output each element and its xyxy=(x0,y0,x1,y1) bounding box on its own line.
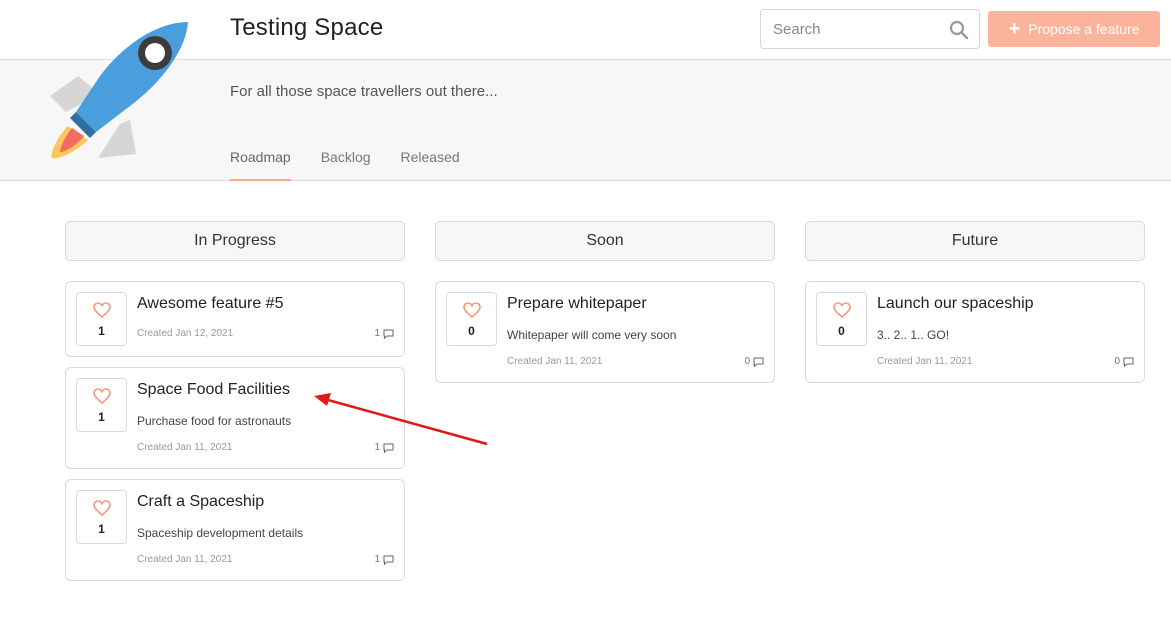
plus-icon: + xyxy=(1008,18,1021,40)
comment-icon xyxy=(383,555,394,565)
search-box xyxy=(760,9,980,49)
page-subtitle: For all those space travellers out there… xyxy=(230,83,498,100)
vote-button[interactable]: 0 xyxy=(816,292,867,346)
comment-count[interactable]: 1 xyxy=(374,328,394,339)
heart-icon xyxy=(93,500,111,516)
tab-roadmap[interactable]: Roadmap xyxy=(230,148,291,181)
vote-count: 1 xyxy=(98,522,105,536)
created-date: Created Jan 11, 2021 xyxy=(507,356,603,367)
feature-title[interactable]: Launch our spaceship xyxy=(877,295,1034,313)
search-icon[interactable] xyxy=(949,20,969,40)
comment-count[interactable]: 1 xyxy=(374,554,394,565)
vote-count: 1 xyxy=(98,410,105,424)
comment-count-value: 1 xyxy=(374,554,380,565)
heart-icon xyxy=(833,302,851,318)
feature-description: 3.. 2.. 1.. GO! xyxy=(877,328,950,342)
page-title: Testing Space xyxy=(230,14,384,41)
vote-button[interactable]: 1 xyxy=(76,378,127,432)
feature-title[interactable]: Prepare whitepaper xyxy=(507,295,647,313)
column-header-in-progress: In Progress xyxy=(65,221,405,261)
comment-count-value: 1 xyxy=(374,328,380,339)
feature-card[interactable]: 1 Space Food Facilities Purchase food fo… xyxy=(65,367,405,469)
comment-icon xyxy=(1123,357,1134,367)
tab-released[interactable]: Released xyxy=(401,148,460,181)
feature-description: Whitepaper will come very soon xyxy=(507,328,677,342)
vote-button[interactable]: 1 xyxy=(76,292,127,346)
feature-card[interactable]: 1 Awesome feature #5 Created Jan 12, 202… xyxy=(65,281,405,357)
vote-count: 0 xyxy=(838,324,845,338)
created-date: Created Jan 11, 2021 xyxy=(877,356,973,367)
comment-count-value: 0 xyxy=(1114,356,1120,367)
vote-button[interactable]: 0 xyxy=(446,292,497,346)
created-date: Created Jan 11, 2021 xyxy=(137,554,233,565)
comment-icon xyxy=(383,443,394,453)
feature-description: Purchase food for astronauts xyxy=(137,414,292,428)
propose-feature-button[interactable]: + Propose a feature xyxy=(988,11,1160,47)
comment-count-value: 1 xyxy=(374,442,380,453)
column-header-future: Future xyxy=(805,221,1145,261)
rocket-logo-icon xyxy=(50,22,188,159)
tab-bar: Roadmap Backlog Released xyxy=(230,148,490,181)
comment-icon xyxy=(383,329,394,339)
heart-icon xyxy=(93,302,111,318)
comment-count[interactable]: 1 xyxy=(374,442,394,453)
comment-count-value: 0 xyxy=(744,356,750,367)
tab-backlog[interactable]: Backlog xyxy=(321,148,371,181)
created-date: Created Jan 11, 2021 xyxy=(137,442,233,453)
feature-title[interactable]: Space Food Facilities xyxy=(137,381,290,399)
comment-icon xyxy=(753,357,764,367)
propose-feature-label: Propose a feature xyxy=(1028,21,1140,37)
comment-count[interactable]: 0 xyxy=(1114,356,1134,367)
comment-count[interactable]: 0 xyxy=(744,356,764,367)
vote-button[interactable]: 1 xyxy=(76,490,127,544)
feature-title[interactable]: Awesome feature #5 xyxy=(137,295,283,313)
feature-card[interactable]: 1 Craft a Spaceship Spaceship developmen… xyxy=(65,479,405,581)
heart-icon xyxy=(93,388,111,404)
feature-title[interactable]: Craft a Spaceship xyxy=(137,493,264,511)
vote-count: 1 xyxy=(98,324,105,338)
heart-icon xyxy=(463,302,481,318)
column-header-soon: Soon xyxy=(435,221,775,261)
vote-count: 0 xyxy=(468,324,475,338)
feature-card[interactable]: 0 Prepare whitepaper Whitepaper will com… xyxy=(435,281,775,383)
feature-card[interactable]: 0 Launch our spaceship 3.. 2.. 1.. GO! C… xyxy=(805,281,1145,383)
created-date: Created Jan 12, 2021 xyxy=(137,328,234,339)
search-input[interactable] xyxy=(761,10,946,48)
feature-description: Spaceship development details xyxy=(137,526,304,540)
